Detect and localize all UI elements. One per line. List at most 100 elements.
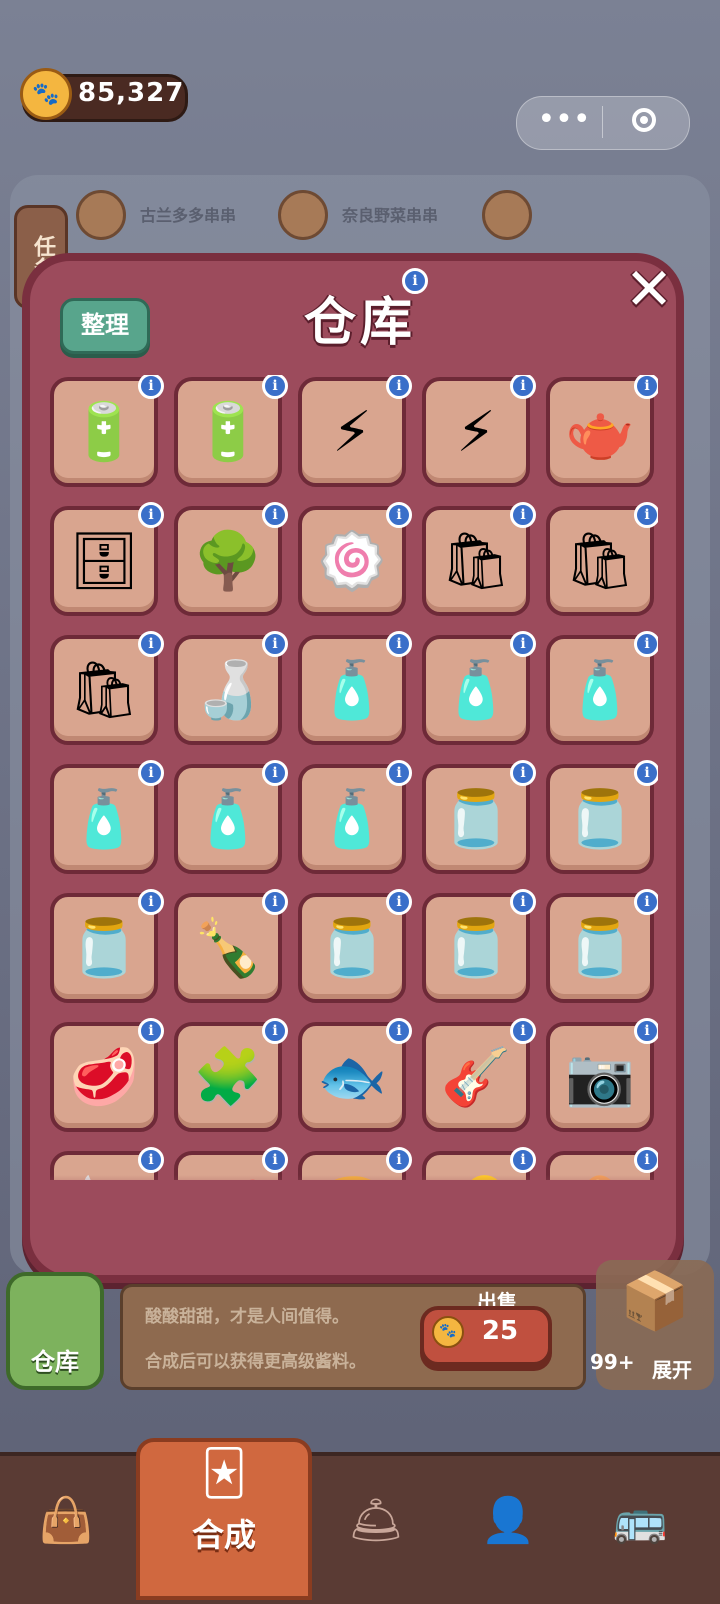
item-info-icon[interactable]: i (138, 631, 164, 657)
item-info-icon[interactable]: i (634, 1147, 658, 1173)
item-info-icon[interactable]: i (386, 889, 412, 915)
sauce-bottle-icon: 🍶 (193, 658, 263, 723)
item-slot-red-jar[interactable]: 🫙 i (546, 760, 658, 874)
order-dish-icon (482, 190, 532, 240)
item-slot-flower-tree[interactable]: 🌳 i (174, 502, 288, 616)
item-slot-fish-jar[interactable]: 🫙 i (546, 889, 658, 1003)
item-slot-brown-bottle[interactable]: 🍾 i (174, 889, 288, 1003)
item-info-icon[interactable]: i (386, 1018, 412, 1044)
item-slot-cabinet[interactable]: 🗄 i (50, 502, 164, 616)
guitar-icon: 🎸 (441, 1045, 511, 1110)
item-info-icon[interactable]: i (386, 1147, 412, 1173)
item-info-icon[interactable]: i (386, 760, 412, 786)
item-info-icon[interactable]: i (262, 889, 288, 915)
item-info-icon[interactable]: i (634, 502, 658, 528)
item-info-icon[interactable]: i (138, 375, 164, 399)
order-label: 古兰多多串串 (140, 206, 237, 225)
item-info-icon[interactable]: i (262, 760, 288, 786)
item-info-icon[interactable]: i (262, 375, 288, 399)
item-slot-small-battery[interactable]: 🔋 i (50, 375, 164, 487)
item-slot-red-jar[interactable]: 🫙 i (50, 889, 164, 1003)
red-jar-icon: 🫙 (441, 787, 511, 852)
item-slot-ck-bag[interactable]: 🛍 i (50, 631, 164, 745)
item-slot-sauce-triangle[interactable]: 🧴 i (422, 631, 536, 745)
item-slot-ck-bag[interactable]: 🛍 i (546, 502, 658, 616)
item-slot-sauce-triangle[interactable]: 🧴 i (174, 760, 288, 874)
fish-jar-icon: 🫙 (565, 916, 635, 981)
fish-jar-icon: 🫙 (317, 916, 387, 981)
item-slot-energy-box[interactable]: ⚡ i (422, 375, 536, 487)
expand-button[interactable]: 展开 (652, 1354, 692, 1383)
item-slot-teapot[interactable]: 🫖 i (546, 375, 658, 487)
item-slot-guitar[interactable]: 🎸 i (422, 1018, 536, 1132)
item-slot-fish-jar[interactable]: 🫙 i (422, 889, 536, 1003)
item-slot-sauce-triangle[interactable]: 🧴 i (50, 760, 164, 874)
close-miniprogram-icon[interactable] (632, 108, 656, 132)
item-info-icon[interactable]: i (262, 631, 288, 657)
item-slot-puzzle-picture[interactable]: 🧩 i (174, 1018, 288, 1132)
small-battery-icon: 🔋 (69, 400, 139, 465)
profile-icon[interactable]: 👤 (458, 1470, 558, 1570)
sauce-triangle-icon: 🧴 (317, 787, 387, 852)
puzzle-picture-icon: 🧩 (193, 1045, 263, 1110)
order-label: 奈良野菜串串 (342, 206, 439, 225)
item-info-icon[interactable]: i (138, 1147, 164, 1173)
cabinet-icon: 🗄 (68, 529, 140, 594)
cloche-icon[interactable]: 🛎 (326, 1470, 426, 1570)
item-info-icon[interactable]: i (510, 631, 536, 657)
bag-icon[interactable]: 👜 (16, 1470, 116, 1570)
item-slot-battery[interactable]: 🔋 i (174, 375, 288, 487)
item-info-icon[interactable]: i (386, 375, 412, 399)
item-info-icon[interactable]: i (138, 760, 164, 786)
item-info-icon[interactable]: i (634, 889, 658, 915)
item-info-icon[interactable]: i (262, 1147, 288, 1173)
energy-box-icon: ⚡ (456, 399, 496, 465)
energy-box-icon: ⚡ (332, 399, 372, 465)
item-slot-meat-plate[interactable]: 🥩 i (50, 1018, 164, 1132)
item-slot-sauce-triangle[interactable]: 🧴 i (298, 760, 412, 874)
item-slot-fish-jar[interactable]: 🫙 i (298, 889, 412, 1003)
battery-icon: 🔋 (193, 400, 263, 465)
item-slot-sauce-triangle[interactable]: 🧴 i (546, 631, 658, 745)
close-icon[interactable]: ✕ (622, 260, 676, 318)
item-info-icon[interactable]: i (634, 375, 658, 399)
item-info-icon[interactable]: i (510, 502, 536, 528)
brown-bottle-icon: 🍾 (193, 916, 263, 981)
item-info-icon[interactable]: i (634, 1018, 658, 1044)
item-info-icon[interactable]: i (262, 502, 288, 528)
order-dish-icon (76, 190, 126, 240)
item-slot-energy-box[interactable]: ⚡ i (298, 375, 412, 487)
item-info-icon[interactable]: i (138, 502, 164, 528)
bus-icon[interactable]: 🚌 (590, 1470, 690, 1570)
item-info-icon[interactable]: i (634, 631, 658, 657)
item-info-icon[interactable]: i (510, 760, 536, 786)
item-description-line1: 酸酸甜甜，才是人间值得。 (145, 1307, 349, 1327)
item-info-icon[interactable]: i (138, 1018, 164, 1044)
fish-statue-icon: 🐟 (317, 1045, 387, 1110)
item-slot-sauce-bottle[interactable]: 🍶 i (174, 631, 288, 745)
sauce-triangle-icon: 🧴 (317, 658, 387, 723)
item-info-icon[interactable]: i (262, 1018, 288, 1044)
item-slot-sauce-triangle[interactable]: 🧴 i (298, 631, 412, 745)
item-info-icon[interactable]: i (510, 1018, 536, 1044)
item-info-icon[interactable]: i (386, 631, 412, 657)
pink-ball-icon: 🍥 (317, 529, 387, 594)
box-count: 99+ (590, 1350, 635, 1374)
item-info-icon[interactable]: i (138, 889, 164, 915)
merge-cards-icon: 🃏 (201, 1448, 247, 1499)
item-slot-ck-bag[interactable]: 🛍 i (422, 502, 536, 616)
paw-coin-icon: 🐾 (20, 68, 72, 120)
item-slot-red-jar[interactable]: 🫙 i (422, 760, 536, 874)
more-icon[interactable]: ••• (534, 100, 594, 144)
item-slot-fish-statue[interactable]: 🐟 i (298, 1018, 412, 1132)
item-slot-pink-ball[interactable]: 🍥 i (298, 502, 412, 616)
item-info-icon[interactable]: i (634, 760, 658, 786)
title-info-icon[interactable]: i (402, 268, 428, 294)
sauce-triangle-icon: 🧴 (69, 787, 139, 852)
item-info-icon[interactable]: i (510, 375, 536, 399)
item-info-icon[interactable]: i (510, 1147, 536, 1173)
item-info-icon[interactable]: i (510, 889, 536, 915)
item-info-icon[interactable]: i (386, 502, 412, 528)
item-slot-camera[interactable]: 📷 i (546, 1018, 658, 1132)
store-label: 仓库 (31, 1348, 79, 1376)
